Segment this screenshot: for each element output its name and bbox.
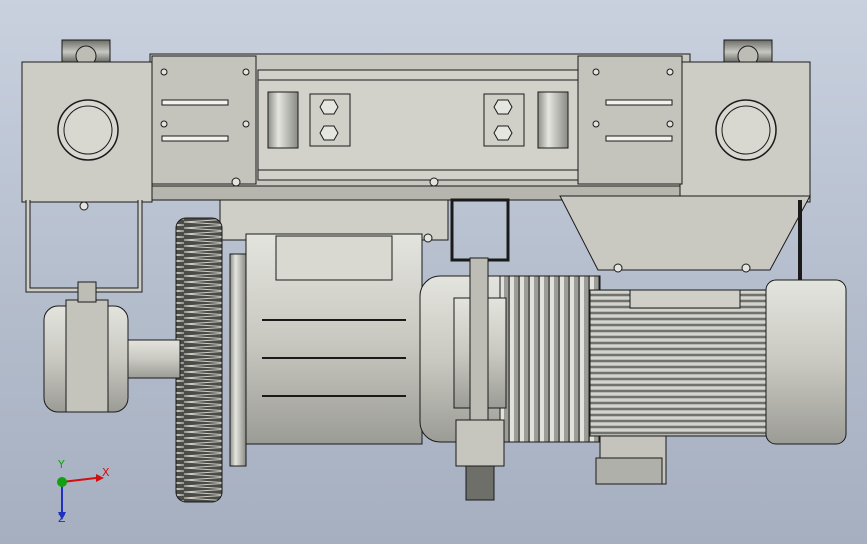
triad-x-label: X	[102, 466, 110, 479]
cad-viewport[interactable]: X Y Z	[0, 0, 867, 544]
gearbox-housing	[229, 233, 423, 467]
axis-triad: X Y Z	[44, 458, 114, 528]
end-carriage-right	[577, 55, 811, 203]
rope-drum-gear	[175, 217, 223, 503]
hanger-right	[559, 195, 811, 280]
hoist-model[interactable]	[0, 0, 867, 544]
triad-z-label: Z	[58, 512, 66, 525]
limit-switch-unit	[43, 281, 181, 413]
end-carriage-left	[21, 55, 257, 203]
hoist-motor	[589, 279, 847, 485]
triad-y-label: Y	[58, 458, 65, 471]
hanger-left	[25, 200, 143, 293]
drum-barrel	[419, 275, 601, 443]
